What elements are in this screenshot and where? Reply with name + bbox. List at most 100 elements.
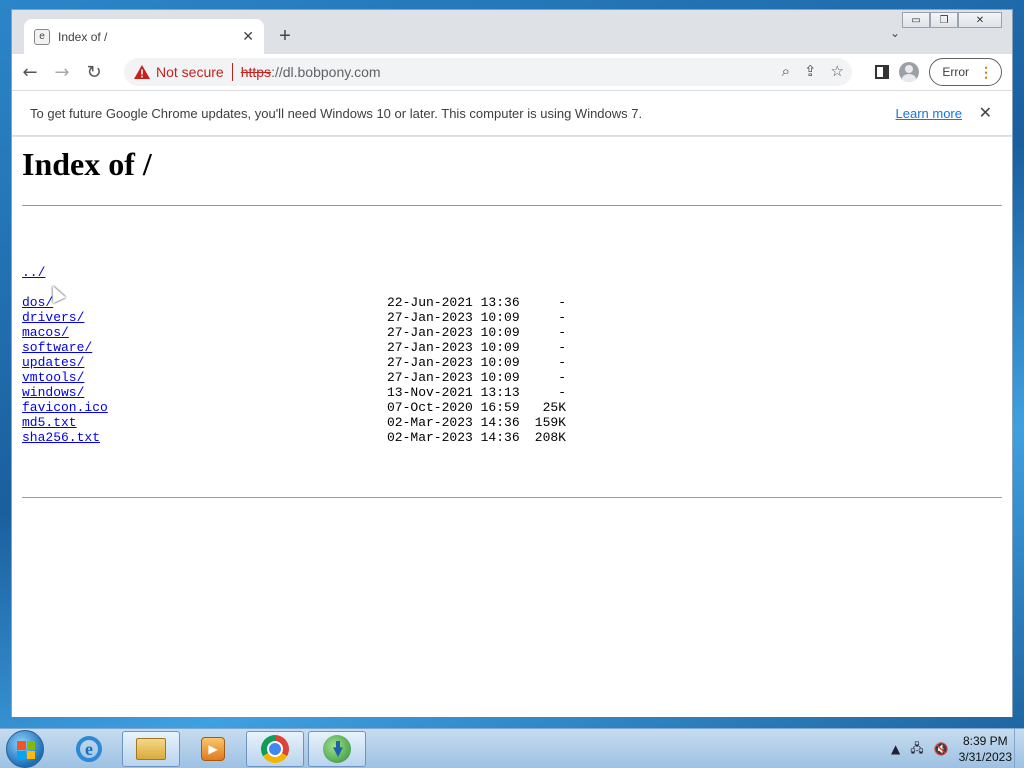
taskbar: e ▶ ▲ 🖧 🔇 8:39 PM 3/31/2023 bbox=[0, 728, 1024, 768]
directory-listing: ../ dos/22-Jun-2021 13:36- drivers/27-Jan… bbox=[22, 220, 1002, 475]
bookmark-star-icon[interactable]: ☆ bbox=[831, 62, 844, 80]
error-menu-button[interactable]: Error ⋮ bbox=[929, 58, 1002, 86]
top-divider bbox=[22, 205, 1002, 206]
taskbar-file-explorer[interactable] bbox=[122, 731, 180, 767]
entry-link[interactable]: updates/ bbox=[22, 355, 84, 370]
infobar-close-icon[interactable]: ✕ bbox=[979, 103, 992, 123]
profile-avatar-icon[interactable] bbox=[899, 62, 920, 82]
parent-row: ../ bbox=[22, 250, 1002, 280]
entry-date: 22-Jun-2021 13:36 bbox=[387, 295, 520, 310]
entry-date: 07-Oct-2020 16:59 bbox=[387, 400, 520, 415]
entry-link[interactable]: vmtools/ bbox=[22, 370, 84, 385]
entry-link[interactable]: favicon.ico bbox=[22, 400, 108, 415]
entry-size: - bbox=[558, 355, 566, 370]
infobar-message: To get future Google Chrome updates, you… bbox=[30, 105, 643, 121]
new-tab-button[interactable]: + bbox=[274, 25, 296, 48]
windows-logo-icon bbox=[17, 741, 35, 759]
entry-size: - bbox=[558, 295, 566, 310]
url-host: ://dl.bobpony.com bbox=[271, 64, 381, 80]
show-desktop-button[interactable] bbox=[1014, 729, 1024, 768]
omnibox-actions: ⌕ ⇪ ☆ bbox=[782, 62, 844, 80]
clock-date: 3/31/2023 bbox=[958, 750, 1012, 764]
taskbar-chrome[interactable] bbox=[246, 731, 304, 767]
entry-date: 27-Jan-2023 10:09 bbox=[387, 370, 520, 385]
clock[interactable]: 8:39 PM 3/31/2023 bbox=[959, 733, 1012, 765]
taskbar-download-manager[interactable] bbox=[308, 731, 366, 767]
side-panel-icon[interactable] bbox=[875, 65, 890, 79]
omnibox-divider bbox=[231, 63, 233, 81]
learn-more-link[interactable]: Learn more bbox=[896, 106, 962, 121]
listing-row: favicon.ico 07-Oct-2020 16:59 25K bbox=[22, 400, 1002, 415]
entry-size: 208K bbox=[534, 430, 566, 445]
page-favicon-icon: e bbox=[34, 28, 50, 45]
entry-size: - bbox=[558, 340, 566, 355]
system-tray: ▲ 🖧 🔇 8:39 PM 3/31/2023 bbox=[891, 729, 1012, 768]
chrome-icon bbox=[261, 735, 289, 763]
window-controls: ▭ ❐ ✕ bbox=[902, 12, 1002, 28]
listing-row: windows/13-Nov-2021 13:13 - bbox=[22, 385, 1002, 400]
download-manager-icon bbox=[323, 735, 351, 763]
listing-row: sha256.txt 02-Mar-2023 14:36 208K bbox=[22, 430, 1002, 445]
error-label: Error bbox=[942, 65, 969, 79]
start-button[interactable] bbox=[6, 730, 44, 768]
bottom-divider bbox=[22, 497, 1002, 498]
forward-button[interactable]: → bbox=[48, 58, 76, 86]
entry-link[interactable]: dos/ bbox=[22, 295, 53, 310]
entry-link[interactable]: windows/ bbox=[22, 385, 84, 400]
entry-date: 13-Nov-2021 13:13 bbox=[387, 385, 520, 400]
entry-size: - bbox=[558, 385, 566, 400]
entry-link[interactable]: drivers/ bbox=[22, 310, 84, 325]
entry-size: - bbox=[558, 370, 566, 385]
taskbar-media-player[interactable]: ▶ bbox=[184, 731, 242, 767]
toolbar-right: Error ⋮ bbox=[875, 58, 1002, 86]
minimize-button[interactable]: ▭ bbox=[902, 12, 930, 28]
tab-strip: e Index of / ✕ + ⌄ ▭ ❐ ✕ bbox=[12, 10, 1012, 54]
entry-size: 25K bbox=[542, 400, 566, 415]
back-button[interactable]: ← bbox=[16, 58, 44, 86]
zoom-search-icon[interactable]: ⌕ bbox=[782, 62, 790, 80]
reload-button[interactable]: ↻ bbox=[80, 58, 108, 86]
warning-icon[interactable] bbox=[134, 65, 150, 79]
url-text[interactable]: https://dl.bobpony.com bbox=[241, 64, 381, 80]
entry-size: 159K bbox=[534, 415, 566, 430]
listing-row: drivers/27-Jan-2023 10:09 - bbox=[22, 310, 1002, 325]
internet-explorer-icon: e bbox=[76, 736, 102, 762]
entry-link[interactable]: md5.txt bbox=[22, 415, 77, 430]
url-scheme: https bbox=[240, 64, 272, 80]
listing-row: updates/27-Jan-2023 10:09 - bbox=[22, 355, 1002, 370]
clock-time: 8:39 PM bbox=[962, 734, 1008, 748]
show-hidden-icons-icon[interactable]: ▲ bbox=[891, 742, 900, 756]
entry-link[interactable]: macos/ bbox=[22, 325, 69, 340]
entry-date: 27-Jan-2023 10:09 bbox=[387, 355, 520, 370]
entry-size: - bbox=[558, 310, 566, 325]
close-window-button[interactable]: ✕ bbox=[958, 12, 1002, 28]
entry-date: 02-Mar-2023 14:36 bbox=[387, 430, 520, 445]
address-bar[interactable]: Not secure https://dl.bobpony.com ⌕ ⇪ ☆ bbox=[124, 58, 852, 86]
entry-date: 02-Mar-2023 14:36 bbox=[387, 415, 520, 430]
page-content: Index of / ../ dos/22-Jun-2021 13:36- dri… bbox=[12, 137, 1012, 717]
tab-index[interactable]: e Index of / ✕ bbox=[24, 19, 264, 54]
entry-date: 27-Jan-2023 10:09 bbox=[387, 340, 520, 355]
listing-row: vmtools/27-Jan-2023 10:09 - bbox=[22, 370, 1002, 385]
browser-window: e Index of / ✕ + ⌄ ▭ ❐ ✕ ← → ↻ Not secur… bbox=[11, 9, 1013, 717]
tab-search-chevron-icon[interactable]: ⌄ bbox=[890, 26, 900, 40]
file-explorer-icon bbox=[136, 738, 166, 760]
listing-row: dos/22-Jun-2021 13:36 - bbox=[22, 295, 1002, 310]
listing-row: software/27-Jan-2023 10:09 - bbox=[22, 340, 1002, 355]
page-heading: Index of / bbox=[22, 146, 152, 182]
update-infobar: To get future Google Chrome updates, you… bbox=[12, 90, 1012, 136]
media-player-icon: ▶ bbox=[201, 737, 225, 761]
volume-muted-icon[interactable]: 🔇 bbox=[934, 742, 949, 756]
maximize-button[interactable]: ❐ bbox=[930, 12, 958, 28]
tab-close-icon[interactable]: ✕ bbox=[242, 28, 254, 45]
entry-link[interactable]: sha256.txt bbox=[22, 430, 100, 445]
kebab-menu-icon: ⋮ bbox=[979, 63, 993, 80]
taskbar-internet-explorer[interactable]: e bbox=[60, 731, 118, 767]
not-secure-label[interactable]: Not secure bbox=[156, 64, 224, 80]
parent-directory-link[interactable]: ../ bbox=[22, 265, 45, 280]
network-icon[interactable]: 🖧 bbox=[910, 739, 923, 760]
entry-link[interactable]: software/ bbox=[22, 340, 92, 355]
tab-title: Index of / bbox=[58, 29, 108, 44]
listing-row: md5.txt 02-Mar-2023 14:36 159K bbox=[22, 415, 1002, 430]
share-icon[interactable]: ⇪ bbox=[804, 62, 817, 80]
